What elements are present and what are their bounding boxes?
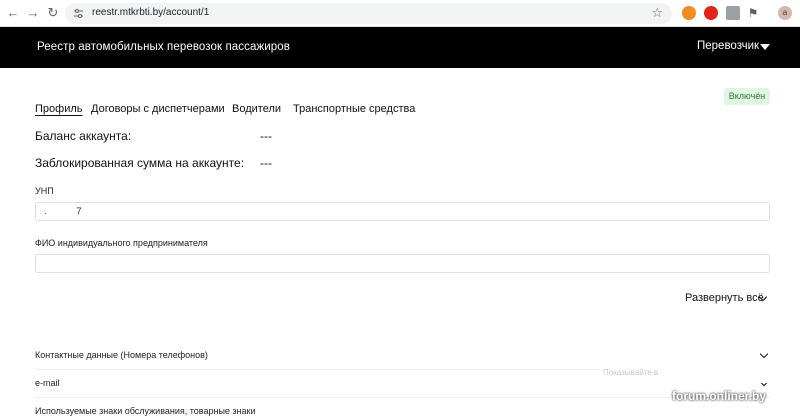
reload-icon[interactable]: ↻: [46, 6, 60, 20]
extensions-puzzle-icon[interactable]: ⚑: [746, 6, 760, 20]
extension-a-icon[interactable]: [682, 6, 696, 20]
app-title: Реестр автомобильных перевозок пассажиро…: [37, 41, 290, 53]
back-icon[interactable]: ←: [6, 6, 20, 20]
expand-all-button[interactable]: Развернуть всё: [685, 292, 764, 304]
obscured-text: Показывайте в: [603, 368, 659, 377]
url-text[interactable]: reestr.mtkrbti.by/account/1: [92, 7, 209, 18]
unp-label: УНП: [35, 186, 54, 196]
status-badge: Включён: [724, 88, 770, 105]
section-title: e-mail: [35, 378, 60, 388]
role-menu[interactable]: Перевозчик: [697, 40, 759, 52]
bookmark-star-icon[interactable]: ☆: [651, 5, 663, 21]
section-title: Используемые знаки обслуживания, товарны…: [35, 406, 256, 416]
profile-avatar[interactable]: a: [778, 6, 792, 20]
site-settings-icon[interactable]: [73, 8, 84, 19]
fio-field[interactable]: [35, 254, 770, 273]
unp-value: . 7: [44, 206, 82, 216]
tab-profile[interactable]: Профиль: [35, 103, 83, 115]
tab-drivers[interactable]: Водители: [232, 103, 281, 115]
unp-field[interactable]: . 7: [35, 202, 770, 221]
caret-down-icon[interactable]: [760, 44, 770, 50]
browser-toolbar: ← → ↻ reestr.mtkrbti.by/account/1 ☆ ⚑ a: [0, 0, 800, 27]
tab-dispatcher-contracts[interactable]: Договоры с диспетчерами: [91, 103, 225, 115]
balance-label: Баланс аккаунта:: [35, 129, 132, 143]
address-bar[interactable]: reestr.mtkrbti.by/account/1 ☆: [65, 3, 672, 24]
balance-value: ---: [260, 129, 272, 143]
extension-shield-icon[interactable]: [704, 6, 718, 20]
tab-vehicles[interactable]: Транспортные средства: [293, 103, 415, 115]
section-trademarks[interactable]: Используемые знаки обслуживания, товарны…: [35, 406, 770, 417]
section-title: Контактные данные (Номера телефонов): [35, 350, 208, 360]
blocked-amount-label: Заблокированная сумма на аккаунте:: [35, 156, 245, 170]
extension-camera-icon[interactable]: [726, 6, 740, 20]
fio-label: ФИО индивидуального предпринимателя: [35, 238, 208, 248]
watermark: forum.onliner.by: [672, 389, 767, 403]
chevron-down-icon[interactable]: [759, 349, 769, 359]
app-header: Реестр автомобильных перевозок пассажиро…: [0, 27, 800, 68]
forward-icon[interactable]: →: [26, 6, 40, 20]
blocked-amount-value: ---: [260, 156, 272, 170]
